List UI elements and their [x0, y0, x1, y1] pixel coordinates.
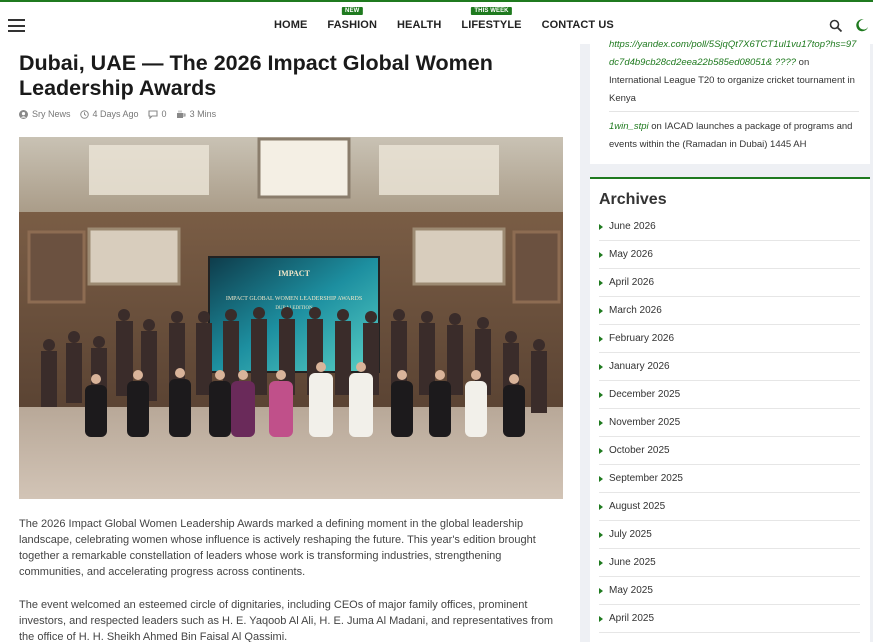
comment-item: https://yandex.com/poll/5SjqQt7X6TCT1ul1…: [609, 39, 857, 104]
this-week-badge: THIS WEEK: [471, 7, 512, 15]
caret-right-icon: [599, 475, 603, 482]
caret-right-icon: [599, 447, 603, 454]
archive-link[interactable]: April 2025: [599, 605, 860, 633]
caret-right-icon: [599, 615, 603, 622]
archives-title: Archives: [599, 191, 667, 208]
comment-item: 1win_stpi on IACAD launches a package of…: [609, 121, 853, 150]
archive-link[interactable]: June 2026: [599, 213, 860, 241]
article-paragraph-2: The event welcomed an esteemed circle of…: [19, 599, 553, 642]
archive-link[interactable]: April 2026: [599, 269, 860, 297]
clock-icon: [79, 109, 89, 119]
caret-right-icon: [599, 363, 603, 370]
caret-right-icon: [599, 559, 603, 566]
nav-health[interactable]: HEALTH: [397, 19, 441, 31]
main-nav: HOME NEW FASHION HEALTH THIS WEEK LIFESTYL…: [274, 7, 634, 31]
recent-comments-widget: https://yandex.com/poll/5SjqQt7X6TCT1ul1…: [590, 39, 870, 164]
caret-right-icon: [599, 223, 603, 230]
nav-contact-us[interactable]: CONTACT US: [542, 19, 614, 31]
user-icon: [19, 109, 28, 119]
caret-right-icon: [599, 531, 603, 538]
archive-link[interactable]: March 2026: [599, 297, 860, 325]
divider: [609, 111, 859, 112]
archives-list: June 2026 May 2026 April 2026 March 2026 Feb…: [599, 213, 860, 633]
archive-link[interactable]: February 2026: [599, 325, 860, 353]
article-featured-image: IMPACT IMPACT GLOBAL WOMEN LEADERSHIP AW…: [19, 137, 563, 499]
archive-link[interactable]: May 2026: [599, 241, 860, 269]
article-container: Dubai, UAE — The 2026 Impact Global Wome…: [0, 44, 580, 642]
moon-icon[interactable]: [855, 18, 869, 32]
comment-author-link[interactable]: 1win_stpi: [609, 121, 649, 132]
coffee-icon: [176, 110, 186, 118]
search-icon[interactable]: [829, 19, 843, 33]
nav-fashion[interactable]: NEW FASHION: [327, 7, 377, 31]
comment-post-link[interactable]: International League T20 to organize cri…: [609, 75, 855, 104]
article-meta: Sry News 4 Days Ago 0 3 Mins: [19, 109, 225, 119]
caret-right-icon: [599, 391, 603, 398]
caret-right-icon: [599, 279, 603, 286]
meta-author[interactable]: Sry News: [19, 109, 71, 119]
meta-date: 4 Days Ago: [79, 109, 139, 119]
article-title: Dubai, UAE — The 2026 Impact Global Wome…: [19, 51, 493, 100]
archive-link[interactable]: December 2025: [599, 381, 860, 409]
hamburger-icon[interactable]: [8, 19, 25, 32]
caret-right-icon: [599, 251, 603, 258]
caret-right-icon: [599, 307, 603, 314]
caret-right-icon: [599, 335, 603, 342]
archive-link[interactable]: November 2025: [599, 409, 860, 437]
archive-link[interactable]: July 2025: [599, 521, 860, 549]
comment-icon: [147, 109, 158, 119]
meta-comments[interactable]: 0: [147, 109, 167, 119]
banner-headline-text: IMPACT GLOBAL WOMEN LEADERSHIP AWARDS: [226, 296, 362, 302]
archive-link[interactable]: September 2025: [599, 465, 860, 493]
banner-logo-text: IMPACT: [278, 269, 311, 278]
caret-right-icon: [599, 419, 603, 426]
caret-right-icon: [599, 587, 603, 594]
archives-widget: Archives June 2026 May 2026 April 2026 Marc…: [590, 177, 870, 642]
event-photo-illustration: IMPACT IMPACT GLOBAL WOMEN LEADERSHIP AW…: [19, 137, 563, 499]
comment-author-link[interactable]: https://yandex.com/poll/5SjqQt7X6TCT1ul1…: [609, 39, 856, 68]
new-badge: NEW: [342, 7, 363, 15]
nav-lifestyle[interactable]: THIS WEEK LIFESTYLE: [461, 7, 521, 31]
caret-right-icon: [599, 503, 603, 510]
archive-link[interactable]: June 2025: [599, 549, 860, 577]
article-paragraph-1: The 2026 Impact Global Women Leadership …: [19, 518, 536, 578]
nav-home[interactable]: HOME: [274, 19, 307, 31]
archive-link[interactable]: January 2026: [599, 353, 860, 381]
archive-link[interactable]: May 2025: [599, 577, 860, 605]
meta-read-time: 3 Mins: [176, 109, 216, 119]
banner-sub-text: DUBAI EDITION: [275, 306, 313, 311]
archive-link[interactable]: August 2025: [599, 493, 860, 521]
archive-link[interactable]: October 2025: [599, 437, 860, 465]
